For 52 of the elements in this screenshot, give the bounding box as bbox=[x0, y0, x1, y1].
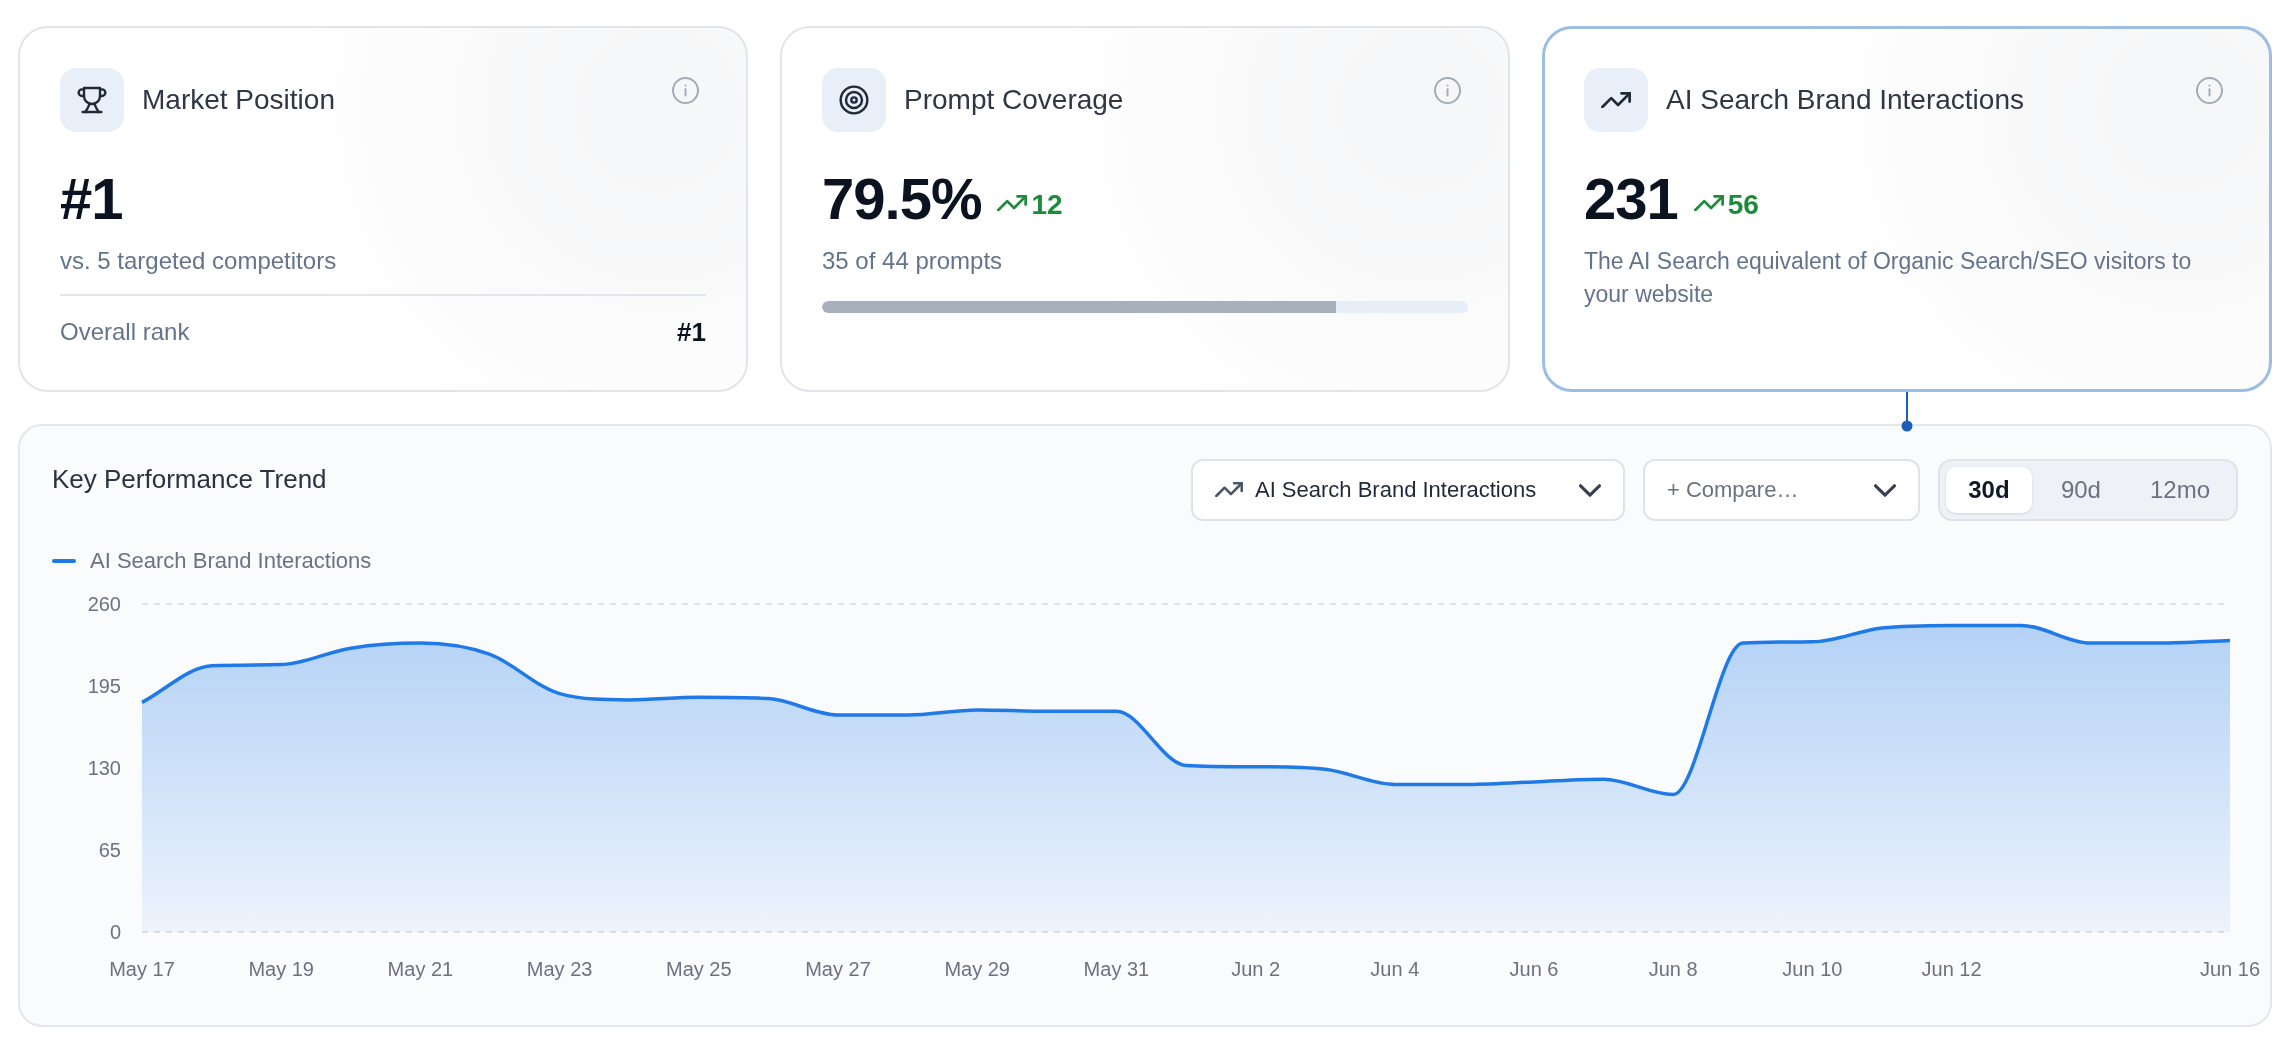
axis-label: Jun 2 bbox=[1231, 958, 1281, 980]
card-title: AI Search Brand Interactions bbox=[1666, 84, 2024, 116]
range-tab[interactable]: 30d bbox=[1945, 467, 2032, 513]
range-tab[interactable]: 90d bbox=[2037, 467, 2124, 513]
trophy-icon bbox=[60, 68, 124, 132]
axis-label: 65 bbox=[98, 839, 121, 861]
metric-description: The AI Search equivalent of Organic Search/SEO visitors to your website bbox=[1584, 247, 2193, 309]
axis-label: Jun 12 bbox=[1921, 958, 1982, 980]
info-icon[interactable] bbox=[1434, 77, 1461, 104]
info-icon[interactable] bbox=[2196, 77, 2223, 104]
target-icon bbox=[822, 68, 886, 132]
metric-value: 231 bbox=[1584, 170, 1678, 228]
metric-subtitle: vs. 5 targeted competitors bbox=[60, 246, 338, 276]
axis-label: May 29 bbox=[944, 958, 1010, 980]
axis-label: 260 bbox=[87, 593, 121, 615]
chevron-down-icon bbox=[1578, 483, 1601, 497]
axis-label: Jun 10 bbox=[1782, 958, 1843, 980]
card-title: Prompt Coverage bbox=[904, 84, 1124, 116]
metric-value: #1 bbox=[60, 170, 123, 228]
axis-label: May 31 bbox=[1083, 958, 1150, 980]
axis-label: Jun 8 bbox=[1648, 958, 1698, 980]
footer-value: #1 bbox=[677, 316, 706, 348]
axis-label: Jun 6 bbox=[1509, 958, 1559, 980]
axis-label: Jun 16 bbox=[2199, 958, 2261, 980]
card-title: Market Position bbox=[142, 84, 335, 116]
axis-label: May 25 bbox=[666, 958, 732, 980]
legend-label: AI Search Brand Interactions bbox=[90, 548, 372, 574]
axis-label: 130 bbox=[87, 757, 121, 779]
metric-subtitle: 35 of 44 prompts bbox=[822, 246, 1004, 276]
axis-label: May 27 bbox=[805, 958, 871, 980]
compare-dropdown[interactable]: + Compare… bbox=[1642, 459, 1920, 521]
trend-up-icon bbox=[1584, 68, 1648, 132]
axis-label: Jun 4 bbox=[1370, 958, 1420, 980]
footer-label: Overall rank bbox=[60, 317, 190, 347]
metric-card[interactable]: AI Search Brand Interactions 231 56 The AI Search equivalent of Organic Search/SEO visitors to your website bbox=[1542, 26, 2272, 392]
axis-label: May 17 bbox=[109, 958, 175, 980]
axis-label: May 23 bbox=[526, 958, 593, 980]
delta-value: 12 bbox=[1031, 189, 1063, 221]
axis-label: 195 bbox=[87, 675, 121, 697]
metric-dropdown[interactable]: AI Search Brand Interactions bbox=[1190, 459, 1625, 521]
axis-label: 0 bbox=[109, 921, 121, 943]
metric-card[interactable]: Market Position #1 vs. 5 targeted competitors Overall rank #1 bbox=[18, 26, 748, 392]
delta-value: 56 bbox=[1727, 189, 1759, 221]
info-icon[interactable] bbox=[672, 77, 699, 104]
panel-title: Key Performance Trend bbox=[52, 463, 327, 495]
chevron-down-icon bbox=[1873, 483, 1896, 497]
range-tab[interactable]: 12mo bbox=[2129, 467, 2230, 513]
axis-label: May 21 bbox=[387, 958, 454, 980]
axis-label: May 19 bbox=[248, 958, 314, 980]
metric-card[interactable]: Prompt Coverage 79.5% 12 35 of 44 prompts bbox=[780, 26, 1510, 392]
metric-value: 79.5% bbox=[822, 170, 982, 228]
connector-line bbox=[1901, 392, 1913, 432]
